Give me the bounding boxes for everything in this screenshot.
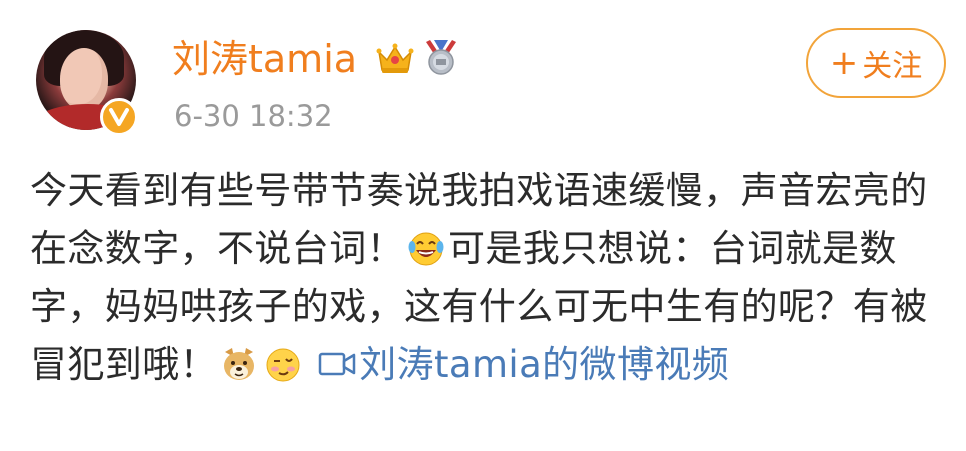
post-body: 今天看到有些号带节奏说我拍戏语速缓慢，声音宏亮的在念数字，不说台词！ 可是我只想… bbox=[30, 162, 940, 394]
avatar-face bbox=[60, 48, 108, 110]
video-link[interactable]: 刘涛tamia的微博视频 bbox=[317, 343, 729, 386]
vip-crown-icon[interactable] bbox=[376, 42, 414, 76]
video-link-label: 刘涛tamia的微博视频 bbox=[359, 343, 730, 386]
post-timestamp: 6-30 18:32 bbox=[174, 99, 333, 133]
follow-button[interactable]: + 关注 bbox=[806, 28, 946, 98]
follow-label: 关注 bbox=[862, 49, 923, 84]
plus-icon: + bbox=[829, 43, 859, 83]
wink-emoji bbox=[263, 343, 303, 383]
video-camera-icon bbox=[317, 340, 357, 376]
laugh-cry-emoji bbox=[406, 227, 446, 267]
verified-v-icon bbox=[100, 98, 138, 136]
medal-icon[interactable] bbox=[424, 38, 458, 76]
username[interactable]: 刘涛tamia bbox=[172, 34, 357, 84]
doge-emoji bbox=[219, 343, 259, 383]
